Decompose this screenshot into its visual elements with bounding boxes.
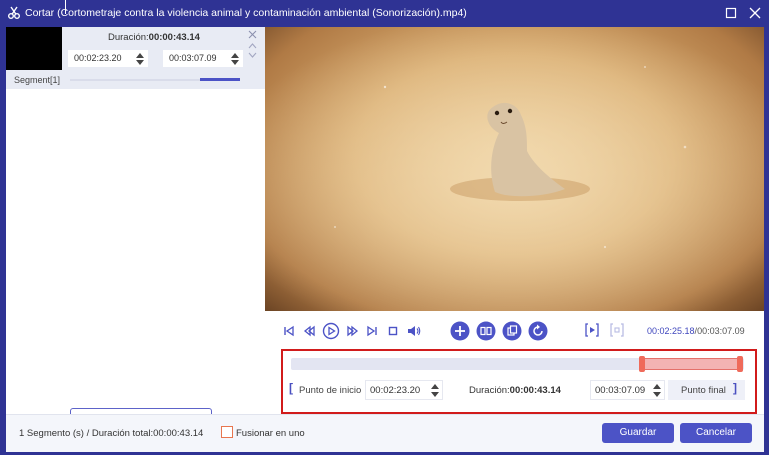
video-frame-image (265, 27, 764, 311)
play-selection-icon[interactable] (584, 322, 600, 338)
spin-down-icon[interactable] (136, 60, 144, 65)
segment-label: Segment[1] (14, 75, 61, 85)
segment-thumbnail[interactable] (6, 27, 62, 70)
merge-label[interactable]: Fusionar en uno (236, 428, 305, 439)
video-preview (265, 27, 764, 311)
segment-progress-fill (200, 78, 240, 81)
delete-segment-icon[interactable] (248, 30, 257, 39)
start-time-field[interactable]: 00:02:23.20 (365, 380, 443, 400)
end-time-value: 00:03:07.09 (595, 385, 646, 396)
start-time-value: 00:02:23.20 (370, 385, 421, 396)
split-icon[interactable] (476, 321, 496, 341)
duration-value: 00:00:43.14 (509, 385, 561, 396)
trim-panel: [ Punto de inicio 00:02:23.20 Duración:0… (281, 349, 757, 414)
text-cursor (65, 0, 66, 14)
add-segment-icon[interactable] (450, 321, 470, 341)
segment-end-value: 00:03:07.09 (169, 53, 217, 63)
reset-icon[interactable] (528, 321, 548, 341)
cancel-button[interactable]: Cancelar (680, 423, 752, 443)
segment-start-field[interactable]: 00:02:23.20 (68, 50, 148, 67)
segment-duration: Duración:00:00:43.14 (108, 32, 200, 43)
spin-up-icon[interactable] (653, 384, 661, 389)
play-icon[interactable] (322, 322, 340, 340)
timeline-selection[interactable] (642, 358, 740, 370)
duration-label: Duración: (108, 32, 149, 43)
player-controls: 00:02:25.18/00:03:07.09 [ Punto de inici… (265, 311, 764, 414)
start-point-label[interactable]: Punto de inicio (299, 385, 361, 396)
trim-row: [ Punto de inicio 00:02:23.20 Duración:0… (287, 380, 749, 400)
start-bracket-icon: [ (289, 381, 293, 395)
merge-checkbox[interactable] (221, 426, 233, 438)
spin-down-icon[interactable] (653, 392, 661, 397)
spin-up-icon[interactable] (431, 384, 439, 389)
start-handle[interactable] (639, 356, 646, 372)
scissors-icon (8, 6, 20, 19)
duration-label: Duración: (469, 385, 510, 396)
segment-start-value: 00:02:23.20 (74, 53, 122, 63)
segment-panel: Segment[1] Duración:00:00:43.14 00:02:23… (6, 27, 265, 431)
footer: 1 Segmento (s) / Duración total:00:00:43… (6, 414, 764, 452)
end-point-label: Punto final (681, 385, 726, 396)
previous-frame-icon[interactable] (303, 325, 315, 337)
title-bar: Cortar (Cortometraje contra la violencia… (0, 0, 769, 27)
skip-to-start-icon[interactable] (283, 325, 295, 337)
segment-end-field[interactable]: 00:03:07.09 (163, 50, 243, 67)
trim-duration: Duración:00:00:43.14 (469, 385, 561, 396)
end-bracket-icon: ] (733, 381, 737, 395)
spin-up-icon[interactable] (231, 53, 239, 58)
spin-down-icon[interactable] (431, 392, 439, 397)
save-button[interactable]: Guardar (602, 423, 674, 443)
end-point-button[interactable]: Punto final ] (668, 380, 745, 400)
total-time: 00:03:07.09 (697, 326, 745, 336)
window-frame (764, 27, 769, 455)
spin-up-icon[interactable] (136, 53, 144, 58)
copy-segment-icon[interactable] (502, 321, 522, 341)
end-handle[interactable] (737, 356, 743, 372)
current-time: 00:02:25.18 (647, 326, 695, 336)
end-time-field[interactable]: 00:03:07.09 (590, 380, 665, 400)
next-frame-icon[interactable] (347, 325, 359, 337)
stop-selection-icon[interactable] (609, 322, 625, 338)
close-window-button[interactable] (748, 6, 762, 20)
duration-value: 00:00:43.14 (148, 32, 200, 43)
volume-icon[interactable] (407, 324, 421, 338)
window-title: Cortar (Cortometraje contra la violencia… (25, 7, 467, 19)
skip-to-end-icon[interactable] (366, 325, 378, 337)
stop-icon[interactable] (387, 325, 399, 337)
move-down-icon[interactable] (248, 52, 257, 58)
time-readout: 00:02:25.18/00:03:07.09 (647, 326, 745, 336)
move-up-icon[interactable] (248, 43, 257, 49)
spin-down-icon[interactable] (231, 60, 239, 65)
maximize-button[interactable] (724, 6, 738, 20)
segment-summary: 1 Segmento (s) / Duración total:00:00:43… (19, 428, 204, 439)
